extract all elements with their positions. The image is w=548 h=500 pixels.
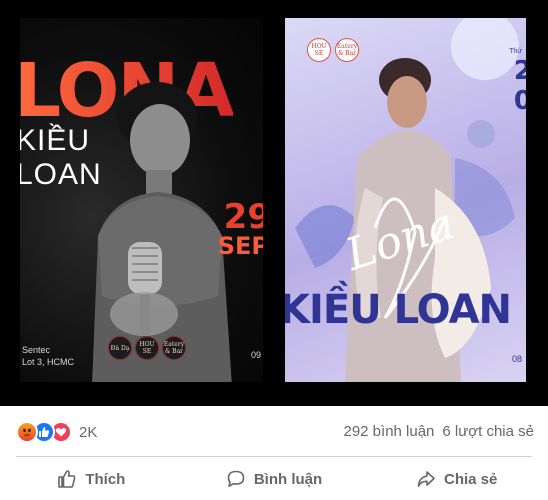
sponsor-logo: HOU SE [135,336,159,360]
poster-day-label: Thứ [509,48,522,55]
reaction-count[interactable]: 2K [79,424,97,441]
share-icon [417,471,435,487]
poster-image-left[interactable]: LONA KIỀU LOAN 29 SEP Đà Dạ HOU SE Eater… [20,18,263,382]
poster-name: KIỀU LOAN [285,287,512,333]
post-media[interactable]: LONA KIỀU LOAN 29 SEP Đà Dạ HOU SE Eater… [0,0,548,406]
date-digit: 2 [513,56,526,86]
poster-venue: Sentec Lot 3, HCMC [22,344,74,368]
poster-image-right[interactable]: HOU SE Eatery & Bar Thứ 2 0 Lona KIỀU LO… [285,18,526,382]
poster-date-number: 29 [223,197,263,237]
sponsor-logo: Eatery & Bar [335,38,359,62]
like-button-label: Thích [85,470,126,488]
angry-icon[interactable] [16,421,38,443]
sponsor-logos-right: HOU SE Eatery & Bar [307,38,359,62]
poster-time: 08 [511,354,522,364]
share-count-link[interactable]: 6 lượt chia sẻ [442,423,534,440]
venue-line: Lot 3, HCMC [22,357,75,367]
like-button[interactable]: Thích [0,460,183,498]
sponsor-logos: Đà Dạ HOU SE Eatery & Bar [108,336,186,360]
comment-icon [227,470,245,487]
venue-line: Sentec [22,345,51,355]
poster-date-month: SEP [217,232,263,260]
singer-figure [92,82,232,382]
poster-date-digits: 2 0 [514,56,526,116]
divider [16,456,532,457]
comment-count-link[interactable]: 292 bình luận [343,423,434,440]
comment-button[interactable]: Bình luận [183,460,366,498]
engagement-counts: 292 bình luận 6 lượt chia sẻ [343,423,534,440]
post-stats: 2K 292 bình luận 6 lượt chia sẻ [0,406,548,456]
thumbs-up-icon [58,470,76,488]
post-action-bar: Thích Bình luận Chia sẻ [0,460,548,498]
share-button[interactable]: Chia sẻ [365,460,548,498]
share-button-label: Chia sẻ [444,470,498,488]
reaction-summary[interactable]: 2K [16,421,97,443]
sponsor-logo: Eatery & Bar [162,336,186,360]
poster-time: 09 [250,350,261,360]
sponsor-logo: HOU SE [307,38,331,62]
comment-button-label: Bình luận [253,470,323,488]
date-digit: 0 [513,86,526,116]
sponsor-logo: Đà Dạ [108,336,132,360]
